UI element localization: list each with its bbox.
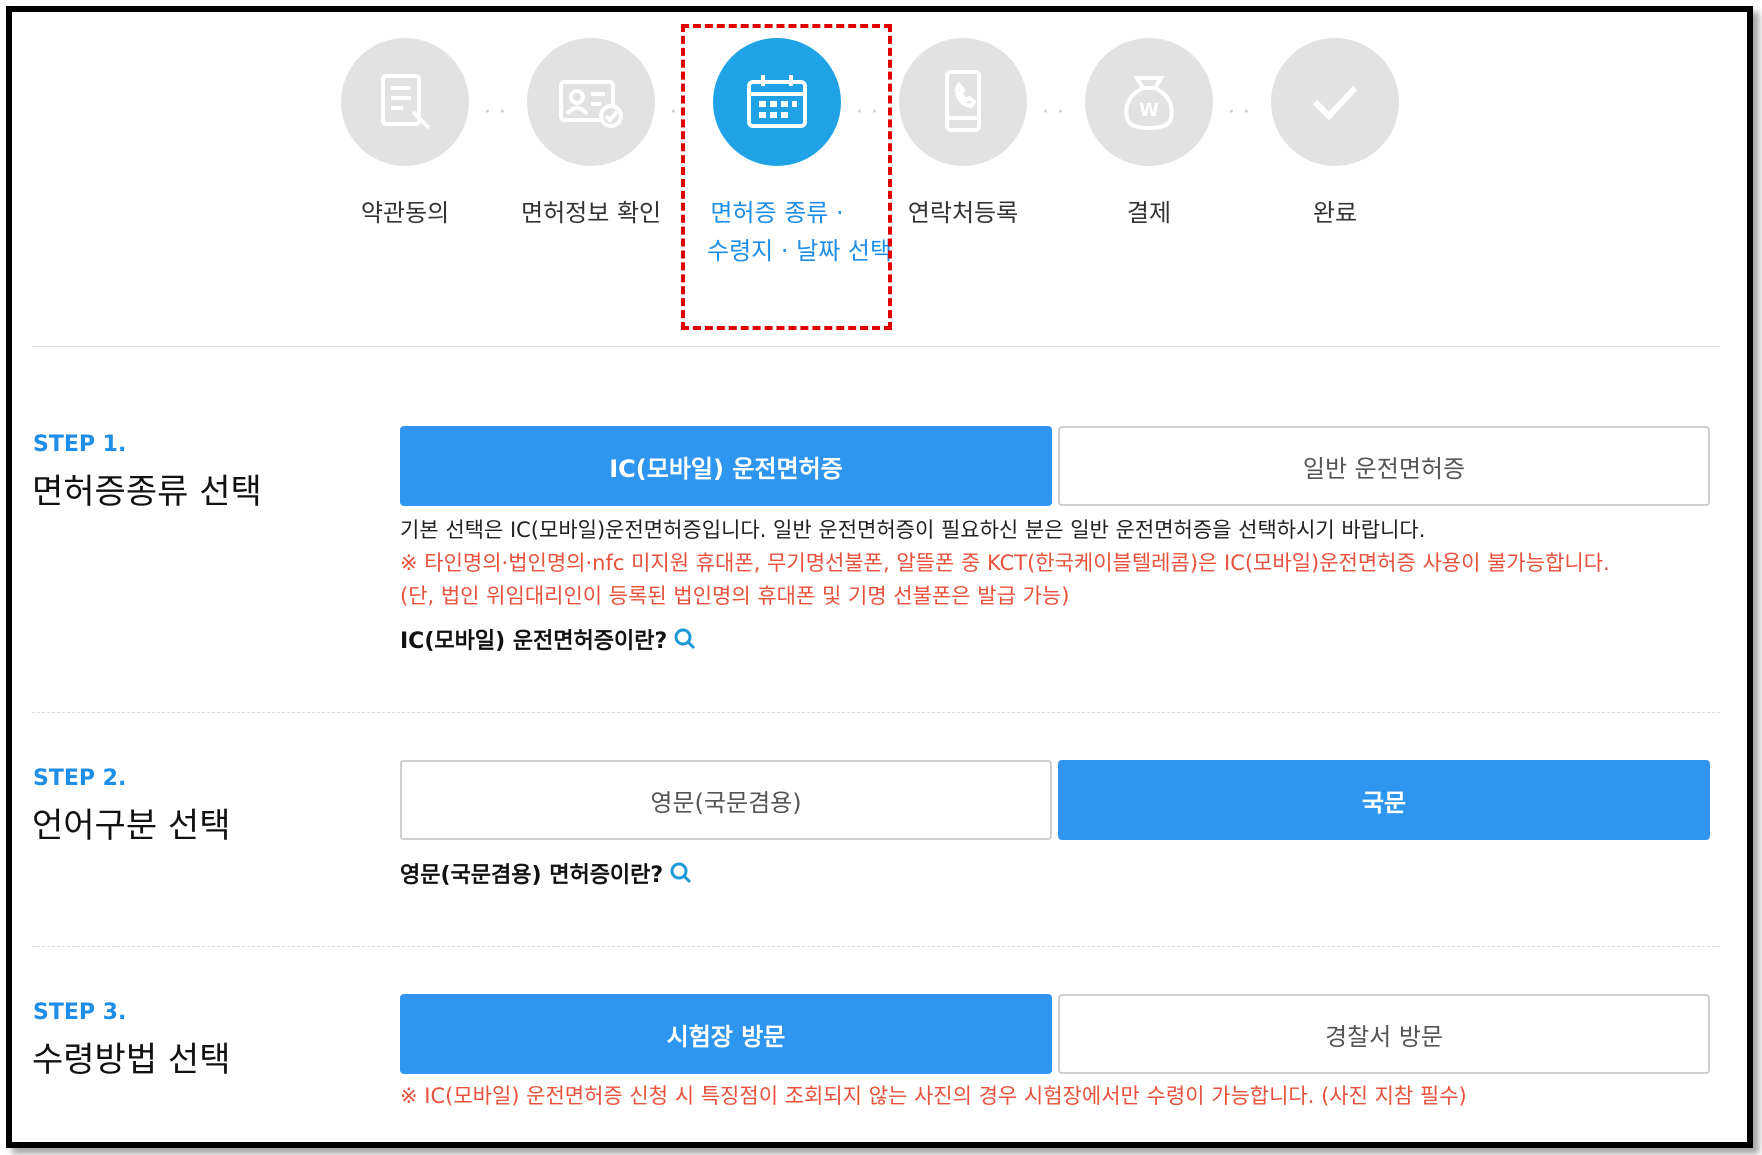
stepper-item-license-info: 면허정보 확인 xyxy=(521,38,661,232)
ic-mobile-license-button[interactable]: IC(모바일) 운전면허증 xyxy=(400,426,1052,506)
police-station-visit-button[interactable]: 경찰서 방문 xyxy=(1058,994,1710,1074)
stepper-item-terms: 약관동의 xyxy=(335,38,475,232)
section-divider xyxy=(32,946,1720,947)
english-license-button[interactable]: 영문(국문겸용) xyxy=(400,760,1052,840)
stepper-item-contact: 연락처등록 xyxy=(893,38,1033,232)
stepper-label: 연락처등록 xyxy=(907,199,1019,227)
test-center-visit-button[interactable]: 시험장 방문 xyxy=(400,994,1052,1074)
svg-text:W: W xyxy=(1139,100,1159,121)
general-license-button[interactable]: 일반 운전면허증 xyxy=(1058,426,1710,506)
stepper-dots: ·· xyxy=(1042,100,1072,125)
stepper-dots: ·· xyxy=(1228,100,1258,125)
search-icon xyxy=(670,862,692,884)
step2-title: 언어구분 선택 xyxy=(32,806,231,846)
checkmark-icon xyxy=(1271,38,1399,166)
step1-warning-note: (단, 법인 위임대리인이 등록된 법인명의 휴대폰 및 기명 선불폰은 발급 … xyxy=(400,584,1070,608)
step1-title: 면허증종류 선택 xyxy=(32,472,262,512)
section-divider xyxy=(32,712,1720,713)
stepper-item-payment: W 결제 xyxy=(1079,38,1219,232)
step2-number: STEP 2. xyxy=(33,766,127,791)
english-license-help-link[interactable]: 영문(국문겸용) 면허증이란? xyxy=(400,857,693,889)
document-pen-icon xyxy=(341,38,469,166)
korean-license-button[interactable]: 국문 xyxy=(1058,760,1710,840)
stepper-item-complete: 완료 xyxy=(1265,38,1405,232)
english-license-help-label: 영문(국문겸용) 면허증이란? xyxy=(400,863,664,888)
stepper-label: 면허정보 확인 xyxy=(521,199,662,227)
step1-warning-text: ※ 타인명의·법인명의·nfc 미지원 휴대폰, 무기명선불폰, 알뜰폰 중 K… xyxy=(400,551,1610,575)
step3-number: STEP 3. xyxy=(33,1000,127,1025)
ic-license-help-link[interactable]: IC(모바일) 운전면허증이란? xyxy=(400,623,697,655)
step1-info-text: 기본 선택은 IC(모바일)운전면허증입니다. 일반 운전면허증이 필요하신 분… xyxy=(400,518,1426,542)
id-card-check-icon xyxy=(527,38,655,166)
step1-number: STEP 1. xyxy=(33,432,127,457)
stepper-label: 결제 xyxy=(1126,199,1172,227)
stepper-dots: ·· xyxy=(484,100,514,125)
stepper-label: 완료 xyxy=(1312,199,1358,227)
mobile-phone-icon xyxy=(899,38,1027,166)
ic-license-help-label: IC(모바일) 운전면허증이란? xyxy=(400,629,668,654)
stepper-label: 약관동의 xyxy=(360,199,450,227)
divider xyxy=(32,346,1720,347)
current-step-highlight xyxy=(681,24,892,330)
money-bag-won-icon: W xyxy=(1085,38,1213,166)
page-frame: 약관동의 ·· 면허정보 확인 · 면허증 종류 · 수령지 · 날짜 선택 ·… xyxy=(6,6,1753,1148)
search-icon xyxy=(674,628,696,650)
step3-warning-text: ※ IC(모바일) 운전면허증 신청 시 특징점이 조회되지 않는 사진의 경우… xyxy=(400,1084,1467,1108)
step3-title: 수령방법 선택 xyxy=(32,1040,231,1080)
